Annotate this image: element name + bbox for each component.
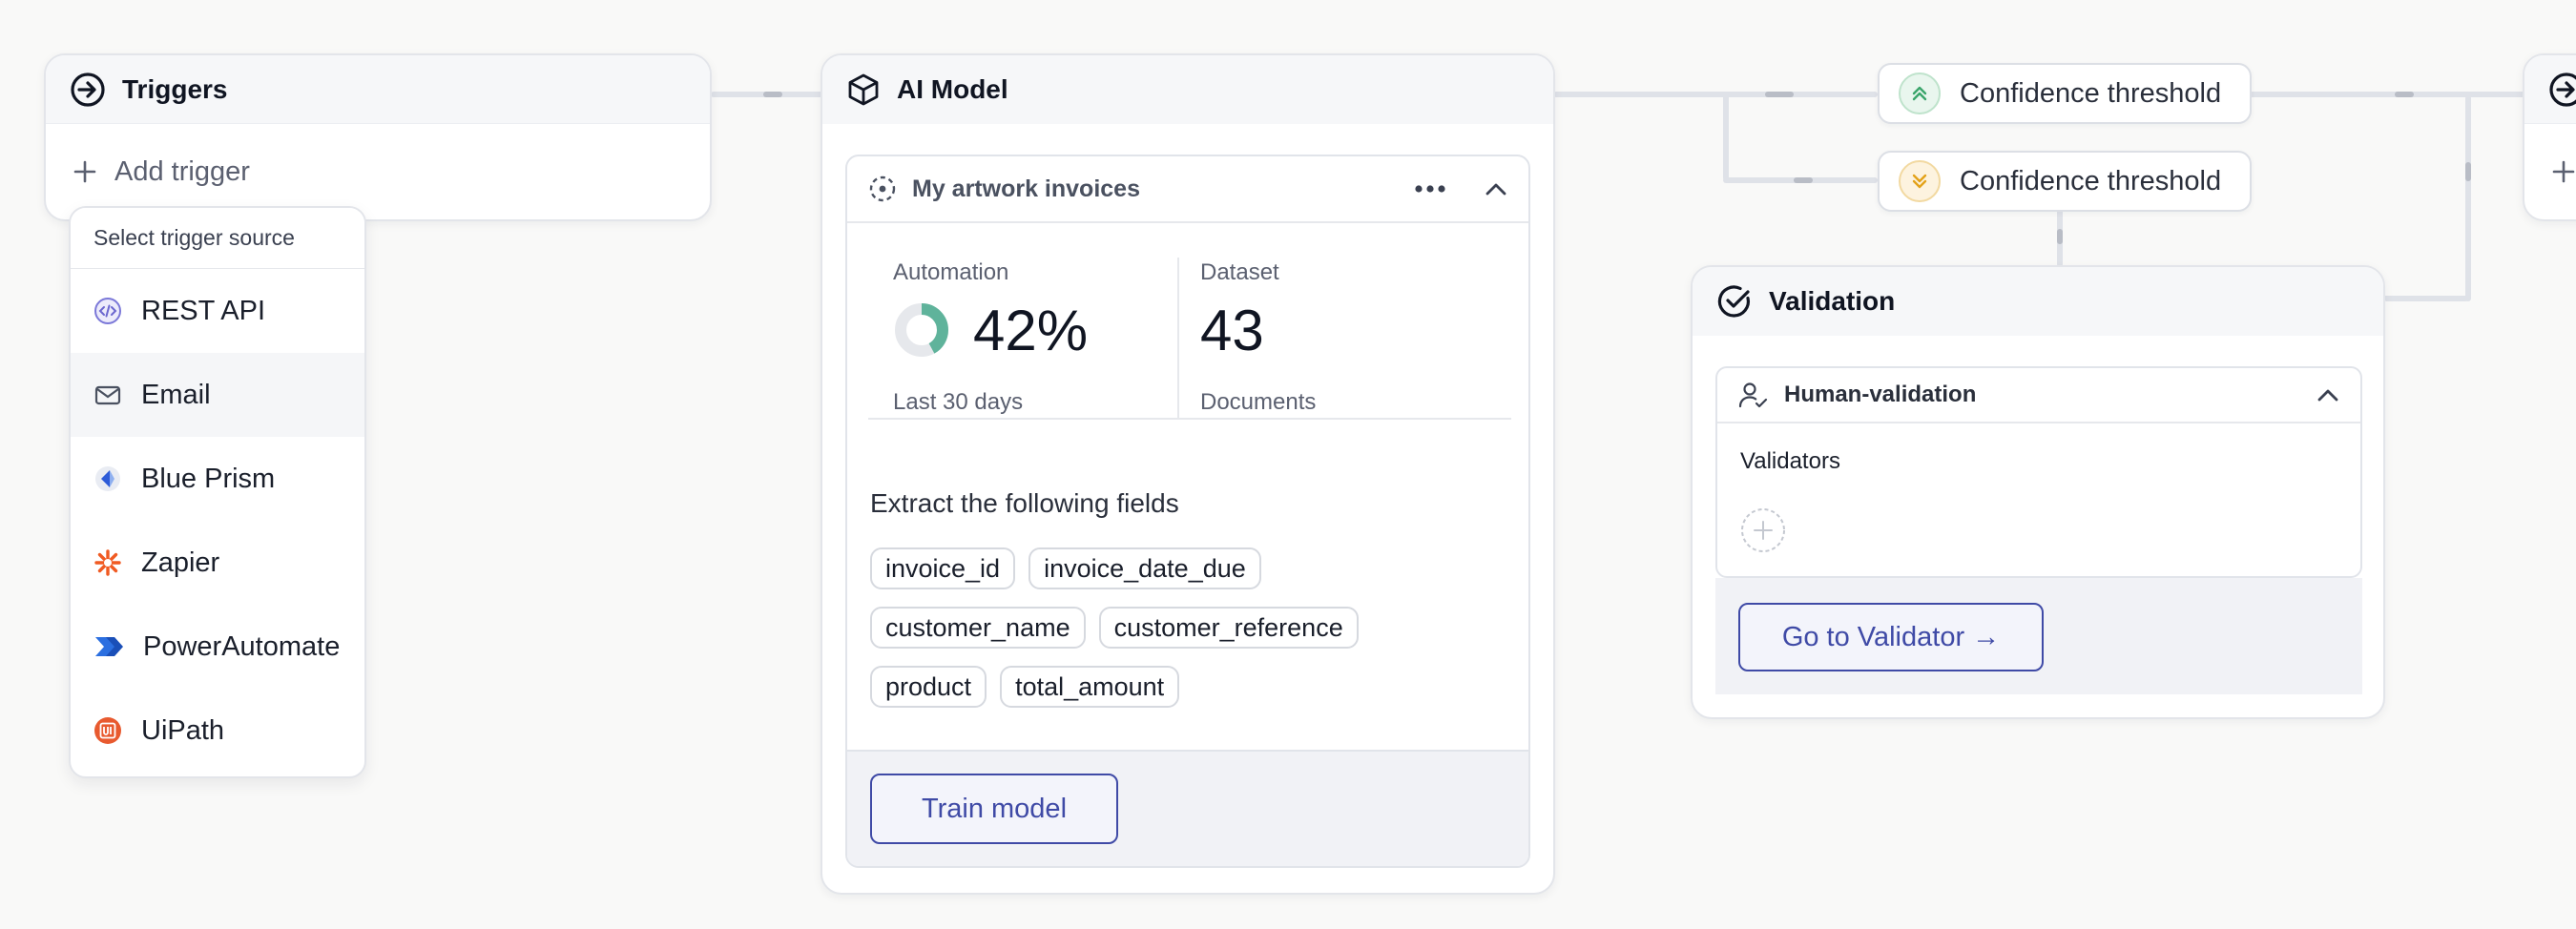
menu-item-email[interactable]: Email xyxy=(71,353,364,437)
dashed-circle-icon xyxy=(868,175,897,203)
triggers-card: Triggers Add trigger xyxy=(44,53,712,221)
add-trigger-label: Add trigger xyxy=(114,155,250,187)
model-name: My artwork invoices xyxy=(912,175,1140,202)
model-stats: Automation 42% Last 30 days Dataset 43 D… xyxy=(868,223,1511,420)
menu-item-label: Blue Prism xyxy=(141,463,276,494)
fields-list: invoice_id invoice_date_due customer_nam… xyxy=(870,547,1519,725)
human-validation-panel: Human-validation Validators xyxy=(1715,366,2362,578)
trigger-source-menu: Select trigger source REST API Email Blu… xyxy=(69,206,366,778)
chevron-up-icon[interactable] xyxy=(2316,387,2339,403)
enter-icon xyxy=(2547,71,2576,109)
menu-item-uipath[interactable]: UiPath xyxy=(71,689,364,773)
automation-value: 42% xyxy=(973,299,1089,362)
uipath-icon xyxy=(93,716,122,745)
go-to-validator-button[interactable]: Go to Validator → xyxy=(1738,603,2044,671)
power-automate-icon xyxy=(93,632,124,661)
add-validator-button[interactable] xyxy=(1740,507,1786,558)
menu-item-label: Email xyxy=(141,379,211,410)
next-node-card xyxy=(2523,53,2576,221)
menu-item-label: REST API xyxy=(141,295,266,326)
train-model-button[interactable]: Train model xyxy=(870,774,1118,844)
more-icon[interactable] xyxy=(1414,184,1446,194)
chevrons-down-icon xyxy=(1899,160,1941,202)
menu-item-label: PowerAutomate xyxy=(143,630,341,662)
connector-handle xyxy=(1765,92,1794,97)
triggers-header: Triggers xyxy=(46,55,710,124)
automation-label: Automation xyxy=(893,259,1009,285)
mail-icon xyxy=(93,381,122,409)
cube-icon xyxy=(845,72,882,108)
chevrons-up-icon xyxy=(1899,72,1941,114)
human-validation-title: Human-validation xyxy=(1784,382,1977,407)
confidence-threshold-high[interactable]: Confidence threshold xyxy=(1878,63,2252,124)
plus-icon xyxy=(2551,159,2576,184)
add-trigger-button[interactable]: Add trigger xyxy=(46,124,710,219)
menu-header: Select trigger source xyxy=(71,208,364,269)
menu-item-label: Zapier xyxy=(141,547,220,578)
connector-handle xyxy=(2395,92,2414,97)
connector-handle xyxy=(763,92,782,97)
enter-icon xyxy=(69,71,107,109)
next-node-header xyxy=(2524,55,2576,124)
threshold-label: Confidence threshold xyxy=(1960,165,2222,196)
ai-model-header: AI Model xyxy=(822,55,1553,124)
field-tag[interactable]: product xyxy=(870,666,987,708)
dataset-unit: Documents xyxy=(1200,389,1317,415)
threshold-label: Confidence threshold xyxy=(1960,77,2222,109)
menu-item-label: UiPath xyxy=(141,714,225,746)
code-icon xyxy=(93,297,122,325)
validators-label: Validators xyxy=(1740,448,1840,474)
next-node-add[interactable] xyxy=(2524,124,2576,219)
dataset-value: 43 xyxy=(1200,299,1264,362)
field-tag[interactable]: customer_name xyxy=(870,607,1086,649)
chevron-up-icon[interactable] xyxy=(1485,181,1507,196)
field-tag[interactable]: customer_reference xyxy=(1098,607,1359,649)
human-validation-header: Human-validation xyxy=(1717,368,2360,423)
model-panel-header: My artwork invoices xyxy=(847,156,1528,223)
field-tag[interactable]: total_amount xyxy=(1000,666,1180,708)
automation-ring xyxy=(893,301,950,363)
connector-threshold-out xyxy=(2248,92,2534,97)
connector-validation-out xyxy=(2465,95,2471,301)
dataset-label: Dataset xyxy=(1200,259,1279,285)
ai-model-title: AI Model xyxy=(897,74,1008,104)
validation-header: Validation xyxy=(1693,267,2383,336)
connector-handle xyxy=(2057,229,2063,244)
field-tag[interactable]: invoice_date_due xyxy=(1028,547,1261,589)
fields-title: Extract the following fields xyxy=(870,488,1179,518)
validation-title: Validation xyxy=(1769,286,1896,316)
connector-handle xyxy=(1794,177,1813,183)
connector-validation-join xyxy=(2385,296,2471,301)
connector-model-threshold xyxy=(1553,92,1878,97)
stats-divider xyxy=(1177,258,1179,420)
blue-prism-icon xyxy=(93,464,122,493)
connector-handle xyxy=(2465,162,2471,181)
model-panel: My artwork invoices Automation 42% Last … xyxy=(845,155,1530,868)
plus-icon xyxy=(1741,508,1785,552)
field-tag[interactable]: invoice_id xyxy=(870,547,1016,589)
plus-icon xyxy=(73,159,97,184)
triggers-title: Triggers xyxy=(122,73,228,104)
automation-period: Last 30 days xyxy=(893,389,1024,415)
menu-item-powerautomate[interactable]: PowerAutomate xyxy=(71,605,364,689)
menu-item-blue-prism[interactable]: Blue Prism xyxy=(71,437,364,521)
check-circle-icon xyxy=(1715,282,1754,320)
confidence-threshold-low[interactable]: Confidence threshold xyxy=(1878,151,2252,212)
zapier-icon xyxy=(93,548,122,577)
user-check-icon xyxy=(1738,381,1769,409)
connector-branch xyxy=(1723,92,1729,183)
menu-item-zapier[interactable]: Zapier xyxy=(71,521,364,605)
menu-item-rest-api[interactable]: REST API xyxy=(71,269,364,353)
